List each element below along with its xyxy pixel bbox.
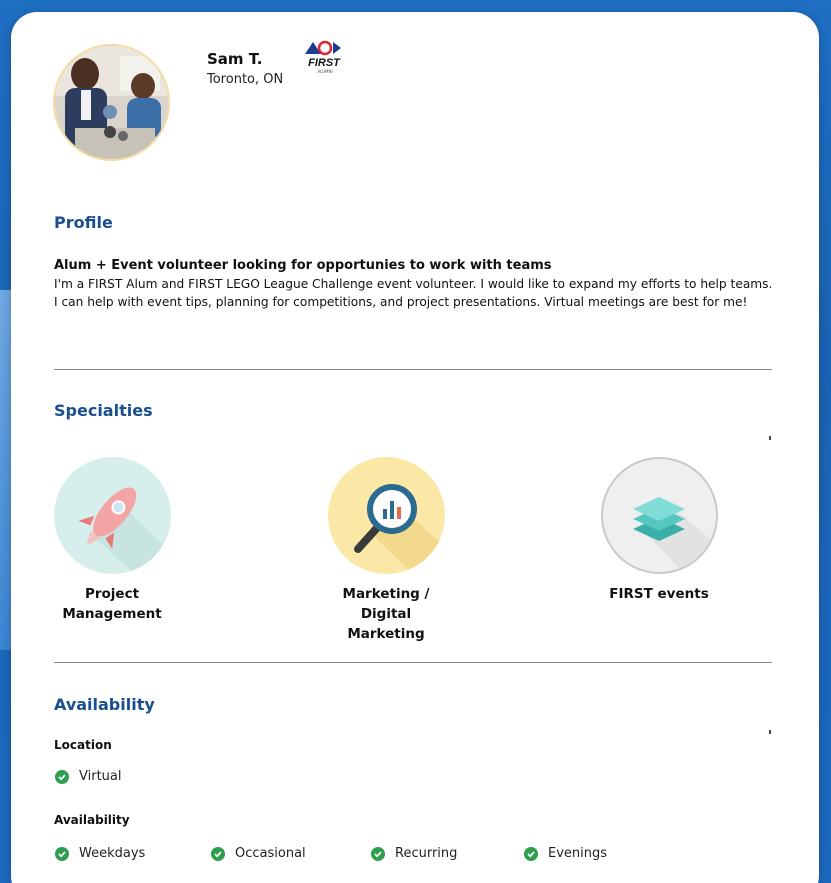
availability-item-occasional: Occasional: [211, 846, 306, 861]
specialties-section-title: Specialties: [54, 401, 153, 420]
check-circle-icon: [211, 846, 225, 861]
availability-item-recurring: Recurring: [371, 846, 457, 861]
availability-item-weekdays: Weekdays: [55, 846, 145, 861]
rocket-icon: [53, 457, 171, 574]
user-location: Toronto, ON: [207, 72, 284, 87]
specialty-label: FIRST events: [609, 586, 709, 602]
availability-section-title: Availability: [54, 695, 155, 714]
specialty-label: Project Management: [62, 586, 162, 622]
profile-headline: Alum + Event volunteer looking for oppor…: [54, 258, 552, 273]
specialty-label: Marketing / Digital Marketing: [342, 586, 430, 642]
location-item-virtual: Virtual: [55, 769, 121, 784]
svg-text:ALUMNI: ALUMNI: [317, 69, 332, 74]
specialty-marketing[interactable]: Marketing / Digital Marketing: [326, 457, 446, 644]
magnifier-chart-icon: [327, 457, 445, 574]
check-circle-icon: [55, 769, 69, 784]
svg-text:FIRST: FIRST: [308, 57, 341, 69]
check-circle-icon: [371, 846, 385, 861]
scroll-tick: [769, 436, 771, 440]
divider: [54, 369, 772, 370]
check-circle-icon: [55, 846, 69, 861]
user-name: Sam T.: [207, 50, 263, 68]
check-circle-icon: [524, 846, 538, 861]
profile-section-title: Profile: [54, 213, 113, 232]
specialty-first-events[interactable]: FIRST events: [599, 457, 719, 604]
divider: [54, 662, 772, 663]
profile-card: Sam T. Toronto, ON FIRST ALUMNI Profile …: [11, 12, 819, 883]
scroll-tick: [769, 730, 771, 734]
availability-item-evenings: Evenings: [524, 846, 607, 861]
specialty-project-management[interactable]: Project Management: [52, 457, 172, 624]
profile-bio: I'm a FIRST Alum and FIRST LEGO League C…: [54, 277, 773, 309]
location-subtitle: Location: [54, 738, 112, 752]
first-alumni-logo: FIRST ALUMNI: [303, 38, 347, 78]
availability-subtitle: Availability: [54, 813, 130, 827]
avatar: [53, 44, 170, 161]
layers-icon: [600, 457, 718, 574]
